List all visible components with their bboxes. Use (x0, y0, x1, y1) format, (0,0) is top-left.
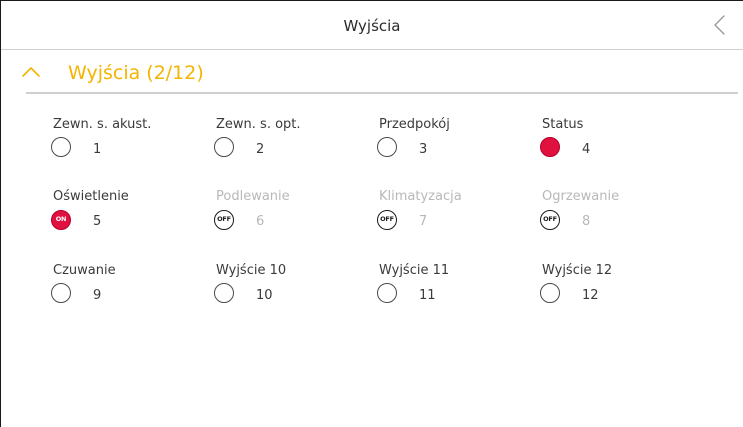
circle-icon[interactable] (51, 137, 71, 157)
output-label: Wyjście 11 (379, 263, 450, 278)
output-label: Podlewanie (216, 189, 290, 204)
output-number: 12 (582, 288, 599, 303)
output-item-2[interactable]: Zewn. s. opt. 2 (214, 117, 364, 169)
chevron-up-icon (22, 67, 40, 77)
circle-icon[interactable] (540, 283, 560, 303)
output-number: 1 (93, 142, 102, 157)
active-circle-icon[interactable] (540, 137, 560, 157)
circle-icon[interactable] (377, 283, 397, 303)
output-number: 11 (419, 288, 436, 303)
circle-icon[interactable] (214, 137, 234, 157)
output-number: 6 (256, 214, 265, 229)
output-number: 4 (582, 142, 591, 157)
output-number: 10 (256, 288, 273, 303)
output-item-7[interactable]: Klimatyzacja OFF 7 (377, 189, 527, 241)
outputs-screen: Wyjścia Wyjścia (2/12) Zewn. s. akust. 1… (0, 0, 743, 427)
output-label: Klimatyzacja (379, 189, 462, 204)
circle-icon[interactable] (377, 137, 397, 157)
output-item-9[interactable]: Czuwanie 9 (51, 263, 201, 315)
output-item-1[interactable]: Zewn. s. akust. 1 (51, 117, 201, 169)
output-item-5[interactable]: Oświetlenie ON 5 (51, 189, 201, 241)
off-badge-icon[interactable]: OFF (377, 210, 397, 230)
output-label: Wyjście 10 (216, 263, 287, 278)
output-item-8[interactable]: Ogrzewanie OFF 8 (540, 189, 690, 241)
outputs-section-toggle[interactable]: Wyjścia (2/12) (1, 51, 743, 95)
off-badge-icon[interactable]: OFF (540, 210, 560, 230)
page-title: Wyjścia (343, 17, 401, 35)
output-number: 9 (93, 288, 102, 303)
circle-icon[interactable] (51, 283, 71, 303)
output-label: Zewn. s. opt. (216, 117, 301, 132)
output-item-10[interactable]: Wyjście 10 10 (214, 263, 364, 315)
output-item-3[interactable]: Przedpokój 3 (377, 117, 527, 169)
off-badge-icon[interactable]: OFF (214, 210, 234, 230)
circle-icon[interactable] (214, 283, 234, 303)
output-label: Status (542, 117, 584, 132)
output-number: 7 (419, 214, 428, 229)
output-label: Oświetlenie (53, 189, 129, 204)
output-item-6[interactable]: Podlewanie OFF 6 (214, 189, 364, 241)
section-title: Wyjścia (2/12) (68, 62, 204, 84)
chevron-left-icon[interactable] (709, 13, 731, 37)
on-badge-icon[interactable]: ON (51, 210, 71, 230)
output-item-12[interactable]: Wyjście 12 12 (540, 263, 690, 315)
output-item-4[interactable]: Status 4 (540, 117, 690, 169)
output-number: 8 (582, 214, 591, 229)
output-label: Ogrzewanie (542, 189, 620, 204)
output-number: 5 (93, 214, 102, 229)
output-number: 3 (419, 142, 428, 157)
output-label: Czuwanie (53, 263, 116, 278)
output-item-11[interactable]: Wyjście 11 11 (377, 263, 527, 315)
output-label: Przedpokój (379, 117, 450, 132)
section-divider (26, 92, 738, 94)
output-label: Zewn. s. akust. (53, 117, 152, 132)
output-number: 2 (256, 142, 265, 157)
output-label: Wyjście 12 (542, 263, 613, 278)
top-bar: Wyjścia (1, 1, 743, 50)
